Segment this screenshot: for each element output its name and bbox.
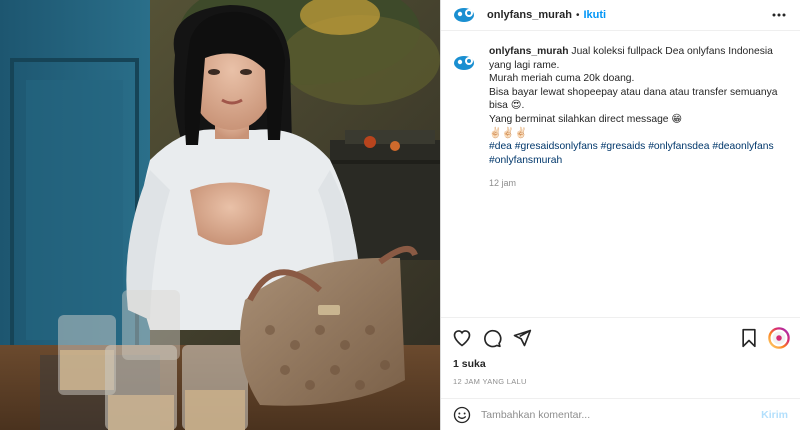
caption-avatar[interactable] [453, 51, 477, 75]
hashtag-link[interactable]: #gresaidsonlyfans [515, 141, 598, 152]
caption-area: onlyfans_murah Jual koleksi fullpack Dea… [453, 45, 788, 191]
post-photo[interactable] [0, 0, 440, 430]
comment-icon [484, 329, 502, 347]
bookmark-icon [742, 328, 756, 347]
post-header: onlyfans_murah • Ikuti [441, 0, 800, 31]
like-button[interactable] [451, 327, 473, 349]
emoji-icon[interactable] [453, 406, 471, 424]
hashtag-list: #dea #gresaidsonlyfans #gresaids #onlyfa… [489, 140, 788, 167]
caption-line-5: ✌🏻✌🏻✌🏻 [489, 127, 528, 139]
follow-button[interactable]: Ikuti [583, 9, 606, 21]
post-side-panel: onlyfans_murah • Ikuti onlyfans_murah Ju… [440, 0, 800, 430]
hashtag-link[interactable]: #deaonlyfans [712, 141, 773, 152]
header-separator: • [575, 9, 580, 21]
comment-button[interactable] [481, 327, 503, 349]
comment-input[interactable] [481, 408, 762, 421]
caption-line-4: Yang berminat silahkan direct message 😁 [489, 113, 683, 125]
hashtag-link[interactable]: #onlyfansdea [648, 141, 709, 152]
hashtag-link[interactable]: #gresaids [601, 141, 646, 152]
more-dots-icon [772, 13, 786, 17]
like-count[interactable]: 1 suka [453, 358, 486, 370]
post-timestamp[interactable]: 12 JAM YANG LALU [453, 377, 527, 386]
avatar-logo-icon [453, 51, 477, 75]
more-options-button[interactable] [770, 6, 788, 24]
caption-username[interactable]: onlyfans_murah [489, 46, 569, 57]
heart-icon [453, 329, 471, 347]
avatar[interactable] [453, 3, 477, 27]
profile-story-button[interactable] [768, 326, 790, 349]
caption-line-3: Bisa bayar lewat shopeepay atau dana ata… [489, 86, 778, 112]
header-username[interactable]: onlyfans_murah [487, 9, 572, 21]
comment-bar: Kirim [441, 398, 800, 430]
hashtag-link[interactable]: #onlyfansmurah [489, 155, 562, 166]
story-ring-icon [768, 326, 790, 349]
action-bar [441, 317, 800, 357]
caption-text: onlyfans_murah Jual koleksi fullpack Dea… [489, 45, 788, 191]
hashtag-link[interactable]: #dea [489, 141, 512, 152]
post-comment-button[interactable]: Kirim [761, 409, 788, 421]
avatar-logo-icon [453, 3, 477, 27]
save-button[interactable] [738, 327, 760, 349]
share-icon [513, 329, 532, 346]
caption-time[interactable]: 12 jam [489, 177, 788, 191]
share-button[interactable] [511, 327, 533, 349]
caption-line-2: Murah meriah cuma 20k doang. [489, 73, 635, 85]
